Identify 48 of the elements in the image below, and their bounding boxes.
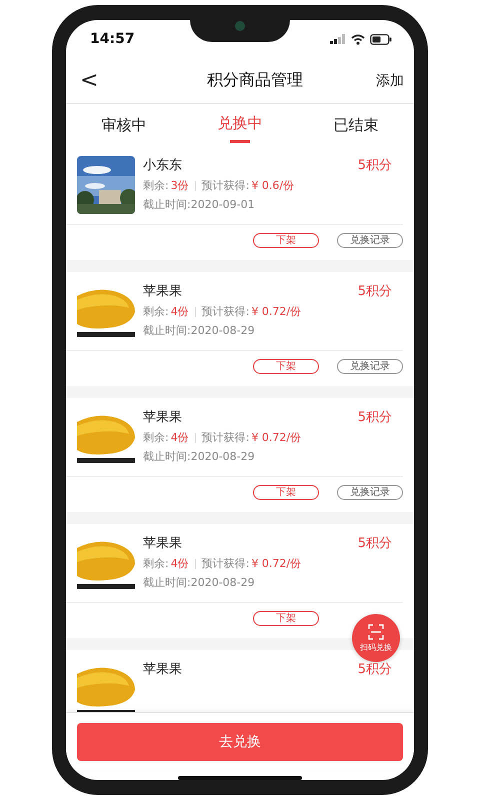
stock-count: 4份 <box>170 430 189 445</box>
back-button[interactable]: < <box>74 68 104 93</box>
stock-count: 4份 <box>170 304 189 319</box>
stock-count: 4份 <box>170 556 189 571</box>
tab[interactable]: 已结束 <box>298 104 414 146</box>
page-title: 积分商品管理 <box>207 70 304 91</box>
deadline-text: 截止时间:2020-09-01 <box>143 197 256 212</box>
points-price: 5积分 <box>358 535 392 552</box>
record-button[interactable]: 兑换记录 <box>337 485 403 500</box>
product-name: 苹果果 <box>143 535 182 552</box>
remove-button[interactable]: 下架 <box>253 611 319 626</box>
deadline-text: 截止时间:2020-08-29 <box>143 323 256 338</box>
estimate-value: ¥ 0.72/份 <box>251 556 302 571</box>
remove-button[interactable]: 下架 <box>253 485 319 500</box>
points-price: 5积分 <box>358 409 392 426</box>
scan-icon <box>368 624 384 640</box>
estimate-label: 预计获得: <box>202 430 250 445</box>
record-button[interactable]: 兑换记录 <box>337 233 403 248</box>
estimate-label: 预计获得: <box>202 556 250 571</box>
product-name: 小东东 <box>143 157 182 174</box>
deadline-text: 截止时间:2020-08-29 <box>143 575 256 590</box>
exchange-button[interactable]: 去兑换 <box>77 723 403 761</box>
status-time: 14:57 <box>90 31 135 47</box>
signal-icon <box>330 34 346 44</box>
battery-icon <box>370 34 392 44</box>
wifi-icon <box>351 34 365 44</box>
points-price: 5积分 <box>358 283 392 300</box>
record-button[interactable]: 兑换记录 <box>337 359 403 374</box>
stock-label: 剩余: <box>143 304 169 319</box>
stock-count: 3份 <box>170 178 189 193</box>
add-button[interactable]: 添加 <box>376 72 404 90</box>
estimate-value: ¥ 0.6/份 <box>251 178 294 193</box>
points-price: 5积分 <box>358 661 392 678</box>
estimate-label: 预计获得: <box>202 178 250 193</box>
estimate-label: 预计获得: <box>202 304 250 319</box>
deadline-text: 截止时间:2020-08-29 <box>143 449 256 464</box>
stock-label: 剩余: <box>143 430 169 445</box>
points-price: 5积分 <box>358 157 392 174</box>
product-name: 苹果果 <box>143 661 182 678</box>
stock-label: 剩余: <box>143 178 169 193</box>
remove-button[interactable]: 下架 <box>253 233 319 248</box>
stock-label: 剩余: <box>143 556 169 571</box>
tab[interactable]: 审核中 <box>66 104 182 146</box>
product-name: 苹果果 <box>143 409 182 426</box>
product-name: 苹果果 <box>143 283 182 300</box>
remove-button[interactable]: 下架 <box>253 359 319 374</box>
estimate-value: ¥ 0.72/份 <box>251 304 302 319</box>
estimate-value: ¥ 0.72/份 <box>251 430 302 445</box>
